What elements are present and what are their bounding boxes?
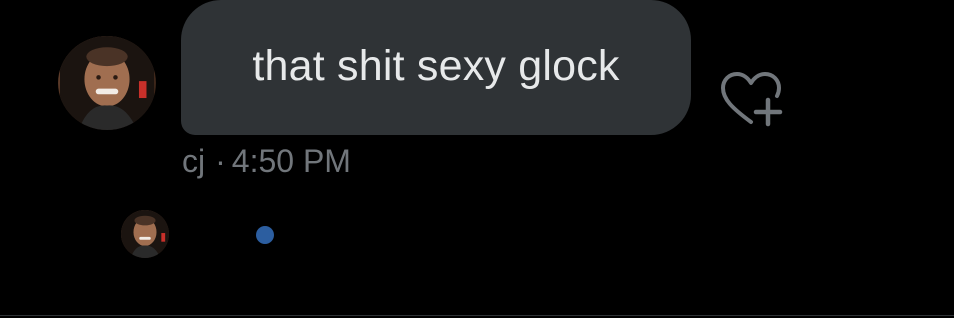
heart-plus-icon xyxy=(721,72,783,127)
sender-avatar[interactable] xyxy=(58,36,156,130)
message-timestamp: 4:50 PM xyxy=(231,143,351,179)
message-text: that shit sexy glock xyxy=(252,42,620,90)
seen-by-avatar-image xyxy=(121,210,169,258)
meta-separator: · xyxy=(215,143,226,179)
add-reaction-button[interactable] xyxy=(718,70,784,130)
seen-indicator-dot xyxy=(256,226,274,244)
sender-avatar-image xyxy=(60,36,154,130)
bottom-divider xyxy=(0,315,954,316)
sender-name: cj xyxy=(182,143,206,179)
seen-by-avatar xyxy=(121,210,169,258)
message-meta: cj · 4:50 PM xyxy=(182,143,351,180)
message-bubble[interactable]: that shit sexy glock xyxy=(181,0,691,135)
